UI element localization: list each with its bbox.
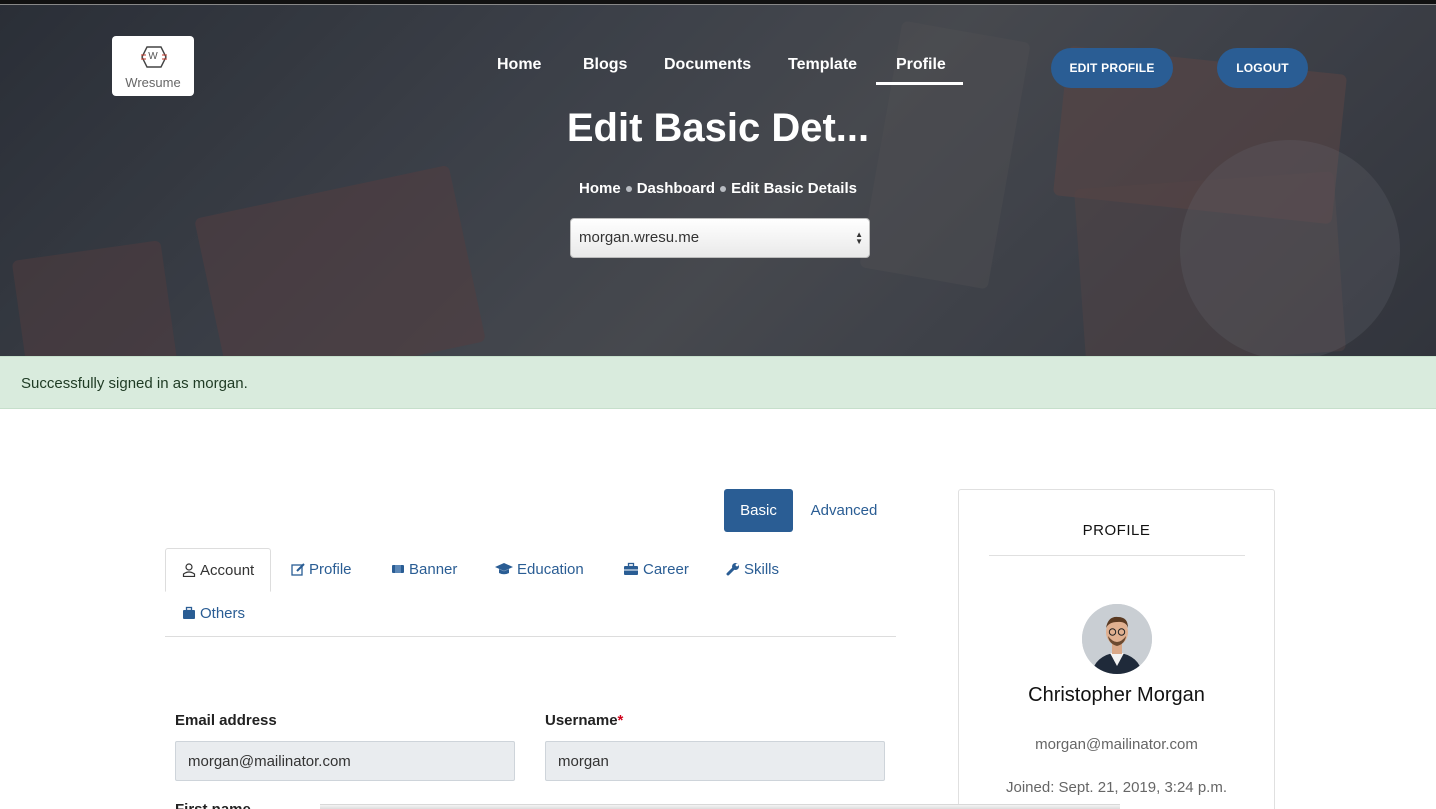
logo-letter: W (148, 51, 158, 62)
breadcrumb: Home Dashboard Edit Basic Details (0, 180, 1436, 197)
profile-email: morgan@mailinator.com (1035, 736, 1198, 753)
avatar-photo (1082, 604, 1152, 674)
tab-profile[interactable]: Profile (291, 548, 352, 592)
tab-account[interactable]: Account (165, 548, 272, 592)
tab-label: Skills (744, 561, 780, 578)
advanced-mode-button[interactable]: Advanced (800, 489, 888, 532)
background-overlay (0, 0, 1436, 356)
bag-icon (183, 606, 195, 619)
tab-label: Banner (409, 561, 458, 578)
tab-label: Education (517, 561, 584, 578)
email-field[interactable] (175, 741, 515, 781)
logout-button[interactable]: LOGOUT (1217, 48, 1308, 88)
profile-joined-date: Joined: Sept. 21, 2019, 3:24 p.m. (1006, 779, 1227, 796)
site-logo[interactable]: W Wresume (112, 36, 194, 96)
nav-profile[interactable]: Profile (896, 56, 946, 74)
site-select-value: morgan.wresu.me (579, 229, 700, 246)
top-border (0, 0, 1436, 5)
nav-blogs[interactable]: Blogs (583, 56, 627, 74)
breadcrumb-dashboard[interactable]: Dashboard (637, 180, 715, 197)
image-icon (392, 565, 404, 573)
tab-others[interactable]: Others (182, 592, 245, 636)
basic-mode-button[interactable]: Basic (724, 489, 793, 532)
profile-card: PROFILE Christopher Morgan morgan@mailin… (958, 489, 1275, 809)
tab-label: Account (200, 562, 255, 579)
logo-brand-text: Wresume (125, 75, 181, 90)
breadcrumb-home[interactable]: Home (579, 180, 621, 197)
first-name-label: First name (175, 801, 251, 809)
user-icon (182, 563, 196, 577)
tab-education[interactable]: Education (495, 548, 584, 592)
profile-name: Christopher Morgan (1028, 684, 1205, 706)
alert-message: Successfully signed in as morgan. (21, 375, 248, 392)
breadcrumb-current: Edit Basic Details (731, 180, 857, 197)
briefcase-icon (624, 562, 638, 575)
nav-home[interactable]: Home (497, 56, 541, 74)
avatar (1082, 604, 1152, 674)
username-label-text: Username (545, 712, 618, 729)
success-alert: Successfully signed in as morgan. (0, 356, 1436, 409)
tab-skills[interactable]: Skills (726, 548, 779, 592)
breadcrumb-separator (720, 186, 727, 193)
tab-career[interactable]: Career (623, 548, 689, 592)
nav-template[interactable]: Template (788, 56, 857, 74)
required-marker: * (617, 712, 624, 729)
breadcrumb-separator (625, 186, 632, 193)
tabs-divider (165, 636, 896, 637)
profile-card-divider (989, 555, 1245, 556)
hero-banner: W Wresume Home Blogs Documents Template … (0, 0, 1436, 356)
edit-icon (291, 563, 305, 576)
site-select[interactable]: morgan.wresu.me ▲ ▼ (570, 218, 870, 258)
tab-banner[interactable]: Banner (391, 548, 457, 592)
username-label: Username* (545, 712, 623, 729)
graduation-cap-icon (495, 563, 513, 575)
tab-label: Others (200, 605, 246, 622)
page-title: Edit Basic Det... (566, 106, 870, 150)
profile-card-heading: PROFILE (1082, 522, 1151, 539)
username-field[interactable] (545, 741, 885, 781)
tab-label: Career (643, 561, 689, 578)
email-label: Email address (175, 712, 277, 729)
select-arrows-icon: ▲ ▼ (855, 230, 863, 246)
nav-documents[interactable]: Documents (664, 56, 751, 74)
edit-profile-button[interactable]: EDIT PROFILE (1051, 48, 1173, 88)
nav-active-indicator (876, 82, 963, 85)
wrench-icon (726, 563, 739, 576)
bottom-overlay-edge (320, 804, 1120, 809)
tab-label: Profile (309, 561, 352, 578)
